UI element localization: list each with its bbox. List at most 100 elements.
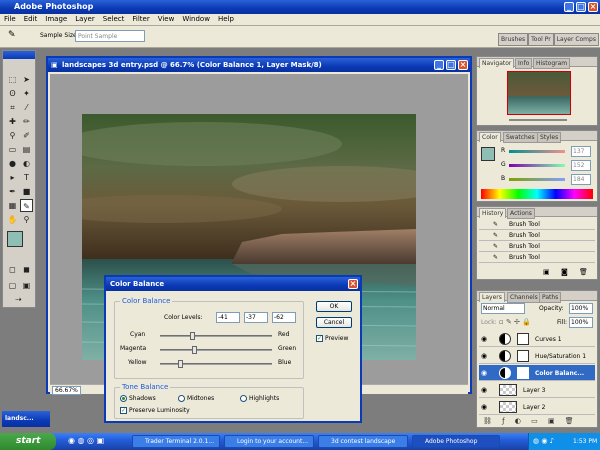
channel-r-slider[interactable] <box>509 150 565 153</box>
color-spectrum-bar[interactable] <box>481 189 593 199</box>
document-title-bar[interactable]: ▣ landscapes 3d entry.psd @ 66.7% (Color… <box>48 58 470 72</box>
quickmask-on-icon[interactable]: ◼ <box>20 263 33 276</box>
pen-icon[interactable]: ✒ <box>6 185 19 198</box>
screen-mode-standard-icon[interactable]: ▢ <box>6 279 19 292</box>
navigator-thumbnail[interactable] <box>507 71 571 115</box>
new-document-icon[interactable]: ▣ <box>543 268 550 276</box>
yellow-blue-level-input[interactable]: -62 <box>272 312 296 323</box>
menu-layer[interactable]: Layer <box>71 14 99 24</box>
dodge-icon[interactable]: ◐ <box>20 157 33 170</box>
tab-styles[interactable]: Styles <box>537 132 562 143</box>
tray-icons[interactable]: ◍ ◉ ♪ <box>533 437 554 445</box>
zoom-level-field[interactable]: 66.67% <box>52 386 81 395</box>
jump-to-imageready-icon[interactable]: ⇢ <box>12 293 25 306</box>
quick-launch-icons[interactable]: ◉ ◍ ◎ ▣ <box>68 436 104 445</box>
path-selection-icon[interactable]: ▸ <box>6 171 19 184</box>
menu-window[interactable]: Window <box>178 14 214 24</box>
eraser-icon[interactable]: ▭ <box>6 143 19 156</box>
lock-icons[interactable]: ▫ ✎ ✢ 🔒 <box>499 318 531 326</box>
channel-r-value[interactable]: 137 <box>571 146 591 157</box>
menu-select[interactable]: Select <box>99 14 129 24</box>
sample-size-select[interactable]: Point Sample <box>75 30 145 42</box>
eyedropper-icon[interactable]: ✎ <box>8 30 16 40</box>
eyedropper-tool-icon[interactable]: ✎ <box>20 199 33 212</box>
shadows-radio[interactable] <box>120 395 127 402</box>
quickmask-off-icon[interactable]: ◻ <box>6 263 19 276</box>
fill-input[interactable]: 100% <box>569 317 593 328</box>
eye-icon[interactable]: ◉ <box>481 386 487 394</box>
magic-wand-icon[interactable]: ✦ <box>20 87 33 100</box>
move-icon[interactable]: ➤ <box>20 73 33 86</box>
tab-info[interactable]: Info <box>515 58 533 69</box>
layer-row[interactable]: ◉ Hue/Saturation 1 <box>479 348 595 364</box>
magenta-green-level-input[interactable]: -37 <box>244 312 268 323</box>
history-item[interactable]: ✎ Brush Tool <box>479 253 595 263</box>
marquee-icon[interactable]: ⬚ <box>6 73 19 86</box>
highlights-radio[interactable] <box>240 395 247 402</box>
tab-paths[interactable]: Paths <box>539 292 562 303</box>
tab-color[interactable]: Color <box>479 132 501 142</box>
color-panel-swatch[interactable] <box>481 147 495 161</box>
magenta-green-slider[interactable] <box>160 346 272 354</box>
screen-mode-full-icon[interactable]: ▣ <box>20 279 33 292</box>
history-item[interactable]: ✎ Brush Tool <box>479 220 595 230</box>
menu-image[interactable]: Image <box>41 14 71 24</box>
brush-icon[interactable]: ✏ <box>20 115 33 128</box>
midtones-radio[interactable] <box>178 395 185 402</box>
eye-icon[interactable]: ◉ <box>481 369 487 377</box>
type-icon[interactable]: T <box>20 171 33 184</box>
tab-history[interactable]: History <box>479 208 507 218</box>
blend-mode-select[interactable]: Normal <box>481 303 525 314</box>
start-button[interactable]: start <box>0 433 56 450</box>
menu-help[interactable]: Help <box>214 14 238 24</box>
taskbar-button-photoshop[interactable]: Adobe Photoshop <box>412 435 500 448</box>
eye-icon[interactable]: ◉ <box>481 352 487 360</box>
snapshot-icon[interactable]: ◙ <box>561 268 568 276</box>
tab-swatches[interactable]: Swatches <box>503 132 538 143</box>
lasso-icon[interactable]: ʘ <box>6 87 19 100</box>
hand-icon[interactable]: ✋ <box>6 213 19 226</box>
cancel-button[interactable]: Cancel <box>316 317 352 328</box>
yellow-blue-slider[interactable] <box>160 360 272 368</box>
close-icon[interactable]: × <box>588 2 598 12</box>
history-item[interactable]: ✎ Brush Tool <box>479 231 595 241</box>
opacity-input[interactable]: 100% <box>569 303 593 314</box>
channel-b-slider[interactable] <box>509 178 565 181</box>
eye-icon[interactable]: ◉ <box>481 335 487 343</box>
history-brush-icon[interactable]: ✐ <box>20 129 33 142</box>
taskbar-button-3d-contest[interactable]: 3d contest landscape <box>318 435 408 448</box>
tab-channels[interactable]: Channels <box>507 292 541 303</box>
shape-icon[interactable]: ■ <box>20 185 33 198</box>
doc-maximize-icon[interactable]: □ <box>446 60 456 70</box>
preview-checkbox[interactable]: ✓ <box>316 335 323 342</box>
zoom-icon[interactable]: ⚲ <box>20 213 33 226</box>
cyan-red-slider[interactable] <box>160 332 272 340</box>
tab-layers[interactable]: Layers <box>479 292 505 302</box>
taskbar-button-login[interactable]: Login to your account... <box>224 435 314 448</box>
notes-icon[interactable]: ▦ <box>6 199 19 212</box>
blur-icon[interactable]: ● <box>6 157 19 170</box>
layers-footer-icons[interactable]: ⛓ ƒ ◐ ▭ ▣ 🗑 <box>483 417 578 425</box>
maximize-icon[interactable]: □ <box>576 2 586 12</box>
channel-b-value[interactable]: 184 <box>571 174 591 185</box>
cyan-red-level-input[interactable]: -41 <box>216 312 240 323</box>
menu-view[interactable]: View <box>154 14 179 24</box>
layer-row[interactable]: ◉ Curves 1 <box>479 331 595 347</box>
menu-file[interactable]: File <box>0 14 20 24</box>
menu-edit[interactable]: Edit <box>20 14 42 24</box>
taskbar-button-trader-terminal[interactable]: Trader Terminal 2.0.1... <box>132 435 220 448</box>
layer-row[interactable]: ◉ Layer 3 <box>479 382 595 398</box>
well-tab-tool-presets[interactable]: Tool Pr <box>528 33 554 46</box>
healing-brush-icon[interactable]: ✚ <box>6 115 19 128</box>
trash-icon[interactable]: 🗑 <box>579 268 588 276</box>
app-title-bar[interactable]: Adobe Photoshop _ □ × <box>0 0 600 14</box>
cyan-red-slider-thumb[interactable] <box>190 332 196 340</box>
menu-filter[interactable]: Filter <box>128 14 153 24</box>
doc-close-icon[interactable]: × <box>458 60 468 70</box>
layer-row[interactable]: ◉ Layer 2 <box>479 399 595 415</box>
history-item[interactable]: ✎ Brush Tool <box>479 242 595 252</box>
tab-actions[interactable]: Actions <box>507 208 535 219</box>
well-tab-layer-comps[interactable]: Layer Comps <box>553 33 599 46</box>
toolbox-header[interactable] <box>3 51 35 59</box>
gradient-icon[interactable]: ▤ <box>20 143 33 156</box>
